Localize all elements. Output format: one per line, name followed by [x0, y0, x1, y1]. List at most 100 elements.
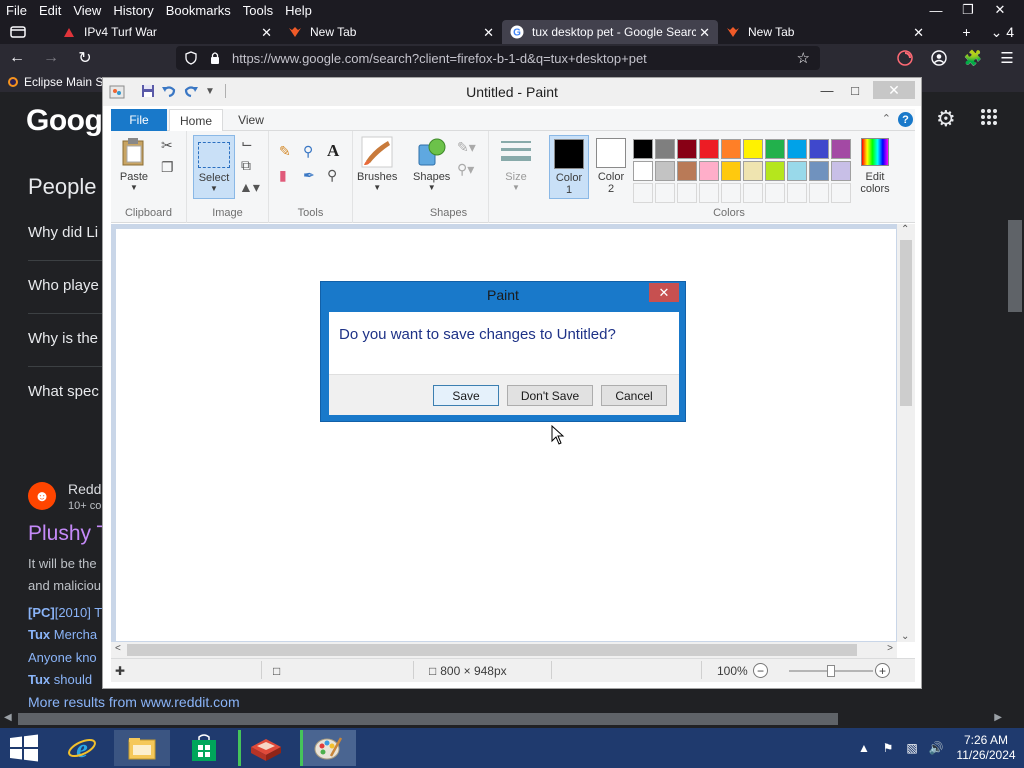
dont-save-button[interactable]: Don't Save: [507, 385, 593, 406]
help-icon[interactable]: ?: [898, 112, 913, 127]
lock-icon[interactable]: [206, 51, 224, 65]
collapse-ribbon-icon[interactable]: ⌃: [882, 112, 891, 125]
crop-icon[interactable]: ⌙: [241, 135, 253, 152]
bookmark-eclipse[interactable]: Eclipse Main S: [24, 75, 103, 89]
palette-swatch[interactable]: [743, 161, 763, 181]
pocket-icon[interactable]: [888, 50, 922, 66]
taskbar-file-explorer[interactable]: [114, 730, 170, 766]
rotate-icon[interactable]: ▲▾: [239, 179, 260, 196]
custom-color-slot[interactable]: [809, 183, 829, 203]
palette-swatch[interactable]: [831, 139, 851, 159]
color-picker-icon[interactable]: ✒: [303, 167, 315, 184]
back-arrow-icon[interactable]: ←: [0, 44, 34, 72]
close-icon[interactable]: ✕: [649, 283, 679, 302]
palette-swatch[interactable]: [743, 139, 763, 159]
zoom-in-icon[interactable]: +: [875, 663, 890, 678]
canvas-horizontal-scrollbar[interactable]: < >: [111, 642, 897, 658]
color2-button[interactable]: Color 2: [591, 135, 631, 199]
menu-edit[interactable]: Edit: [33, 3, 67, 18]
tab-overview-icon[interactable]: [0, 20, 36, 44]
zoom-slider[interactable]: [789, 665, 873, 677]
paste-button[interactable]: Paste ▼: [117, 135, 151, 192]
palette-swatch[interactable]: [787, 161, 807, 181]
eraser-icon[interactable]: ▮: [279, 167, 287, 184]
settings-gear-icon[interactable]: ⚙: [936, 106, 956, 132]
cut-icon[interactable]: ✂: [161, 137, 173, 154]
cancel-button[interactable]: Cancel: [601, 385, 667, 406]
palette-swatch[interactable]: [633, 161, 653, 181]
tab-google-search[interactable]: G tux desktop pet - Google Search ✕: [502, 20, 718, 44]
tab-new-tab-2[interactable]: New Tab ✕: [718, 20, 932, 44]
custom-color-slot[interactable]: [655, 183, 675, 203]
custom-color-slot[interactable]: [831, 183, 851, 203]
palette-swatch[interactable]: [721, 161, 741, 181]
scroll-thumb[interactable]: [900, 240, 912, 406]
minimize-icon[interactable]: —: [920, 0, 952, 20]
sub-result-link[interactable]: Tux should: [28, 672, 92, 687]
menu-help[interactable]: Help: [279, 3, 318, 18]
scroll-right-icon[interactable]: >: [887, 643, 893, 654]
outline-icon[interactable]: ✎▾: [457, 139, 476, 156]
taskbar-firefox-app[interactable]: [238, 730, 294, 766]
more-results-link[interactable]: More results from www.reddit.com: [28, 694, 240, 710]
tab-ipv4-turf-war[interactable]: IPv4 Turf War ✕: [54, 20, 280, 44]
resize-icon[interactable]: ⧉: [241, 157, 251, 174]
scroll-left-icon[interactable]: <: [115, 643, 121, 654]
custom-color-slot[interactable]: [633, 183, 653, 203]
scroll-down-icon[interactable]: ⌄: [901, 631, 909, 642]
shapes-button[interactable]: Shapes ▼: [413, 135, 450, 192]
palette-swatch[interactable]: [809, 161, 829, 181]
extensions-icon[interactable]: 🧩: [956, 49, 990, 67]
account-icon[interactable]: [922, 50, 956, 66]
scroll-right-icon[interactable]: ▶: [994, 712, 1002, 723]
palette-swatch[interactable]: [633, 139, 653, 159]
edit-colors-button[interactable]: Edit colors: [855, 135, 895, 195]
palette-swatch[interactable]: [721, 139, 741, 159]
close-tab-icon[interactable]: ✕: [483, 25, 494, 41]
text-tool-icon[interactable]: A: [327, 141, 339, 161]
close-icon[interactable]: ✕: [984, 0, 1016, 20]
palette-swatch[interactable]: [765, 139, 785, 159]
clock[interactable]: 7:26 AM 11/26/2024: [948, 733, 1024, 763]
palette-swatch[interactable]: [655, 161, 675, 181]
show-hidden-icons-icon[interactable]: ▲: [852, 741, 876, 755]
fill-bucket-icon[interactable]: ⚲: [303, 143, 313, 160]
scroll-thumb[interactable]: [18, 713, 838, 725]
menu-history[interactable]: History: [107, 3, 159, 18]
paa-question[interactable]: Who playe: [28, 277, 99, 294]
google-logo[interactable]: Googl: [26, 104, 111, 138]
custom-color-slot[interactable]: [787, 183, 807, 203]
palette-swatch[interactable]: [699, 161, 719, 181]
menu-bookmarks[interactable]: Bookmarks: [160, 3, 237, 18]
taskbar-paint[interactable]: [300, 730, 356, 766]
result-site-name[interactable]: Redd: [68, 481, 101, 497]
new-tab-plus-icon[interactable]: +: [952, 24, 980, 40]
close-icon[interactable]: ✕: [873, 81, 915, 99]
tab-file[interactable]: File: [111, 109, 167, 131]
custom-color-slot[interactable]: [699, 183, 719, 203]
tab-home[interactable]: Home: [169, 109, 223, 132]
forward-arrow-icon[interactable]: →: [34, 44, 68, 72]
menu-tools[interactable]: Tools: [237, 3, 279, 18]
palette-swatch[interactable]: [787, 139, 807, 159]
restore-icon[interactable]: ❐: [952, 0, 984, 20]
taskbar-internet-explorer[interactable]: e: [54, 730, 110, 766]
zoom-slider-knob[interactable]: [827, 665, 835, 677]
page-horizontal-scrollbar[interactable]: ◀ ▶: [0, 710, 1024, 728]
reload-icon[interactable]: ↻: [68, 44, 102, 72]
hamburger-menu-icon[interactable]: ☰: [990, 49, 1024, 67]
select-button[interactable]: Select ▼: [193, 135, 235, 199]
palette-swatch[interactable]: [677, 139, 697, 159]
magnifier-icon[interactable]: ⚲: [327, 167, 337, 184]
paa-question[interactable]: What spec: [28, 383, 99, 400]
menu-view[interactable]: View: [67, 3, 107, 18]
paa-question[interactable]: Why is the: [28, 330, 98, 347]
zoom-out-icon[interactable]: −: [753, 663, 768, 678]
fill-icon[interactable]: ⚲▾: [457, 161, 474, 178]
bookmark-star-icon[interactable]: ☆: [797, 49, 810, 67]
palette-swatch[interactable]: [655, 139, 675, 159]
taskbar-store[interactable]: [176, 730, 232, 766]
volume-icon[interactable]: 🔊: [924, 741, 948, 755]
windows-start-icon[interactable]: [8, 734, 40, 762]
palette-swatch[interactable]: [677, 161, 697, 181]
